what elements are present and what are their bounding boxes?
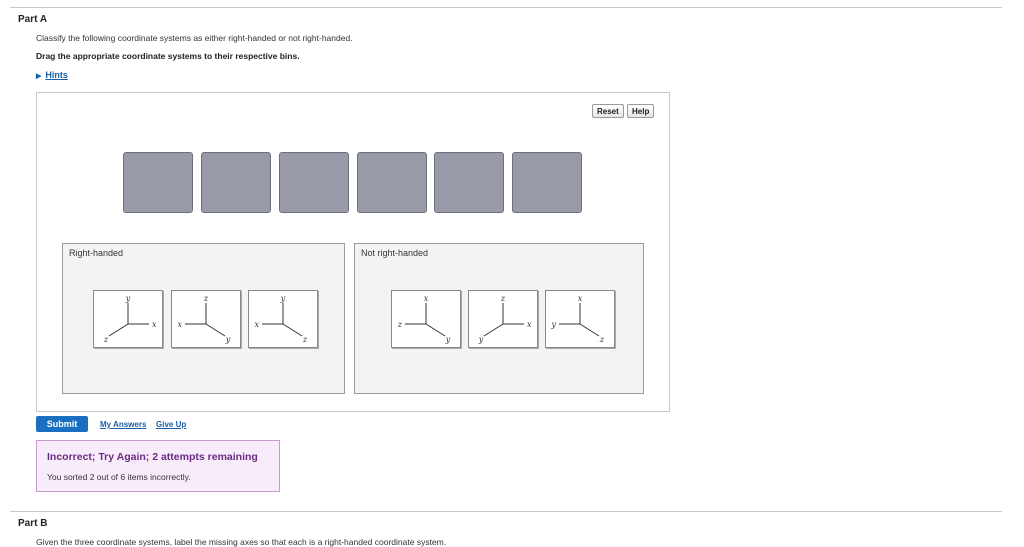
part-a-instruction: Classify the following coordinate system… <box>36 33 353 43</box>
axis-label: y <box>445 335 451 344</box>
part-b-title: Part B <box>18 518 48 529</box>
axes-diagram: x y z <box>550 294 605 344</box>
axis-label: y <box>550 320 556 329</box>
hints-link[interactable]: Hints <box>45 70 68 80</box>
axis-label: z <box>302 335 308 344</box>
bin-not-right-handed[interactable]: Not right-handed x z y z x y x y z <box>354 243 644 394</box>
submit-button[interactable]: Submit <box>36 416 88 432</box>
empty-card-slot <box>512 152 582 213</box>
feedback-title: Incorrect; Try Again; 2 attempts remaini… <box>47 451 258 463</box>
top-divider <box>10 7 1002 8</box>
coordinate-system-card[interactable]: z x y <box>468 290 538 348</box>
axis-label: y <box>125 294 131 303</box>
part-b-divider <box>10 511 1002 512</box>
empty-card-slot <box>201 152 271 213</box>
axis-label: z <box>500 294 506 303</box>
axis-label: z <box>203 294 209 303</box>
part-a-title: Part A <box>18 14 48 25</box>
caret-right-icon: ▶ <box>36 73 42 80</box>
axis-label: x <box>424 294 429 303</box>
coordinate-system-card[interactable]: y x z <box>93 290 163 348</box>
coordinate-system-card[interactable]: x z y <box>391 290 461 348</box>
axis-label: z <box>397 320 403 329</box>
axis-label: x <box>254 320 259 329</box>
axis-label: x <box>177 320 182 329</box>
coordinate-system-card[interactable]: y x z <box>248 290 318 348</box>
feedback-message: You sorted 2 out of 6 items incorrectly. <box>47 472 191 482</box>
axes-diagram: y x z <box>254 294 308 344</box>
coordinate-system-card[interactable]: x y z <box>545 290 615 348</box>
reset-button[interactable]: Reset <box>592 104 624 118</box>
empty-card-slot <box>357 152 427 213</box>
axis-label: x <box>152 320 157 329</box>
axis-label: y <box>478 335 484 344</box>
axis-label: y <box>280 294 286 303</box>
axis-label: z <box>103 335 109 344</box>
axis-label: x <box>578 294 583 303</box>
feedback-box: Incorrect; Try Again; 2 attempts remaini… <box>36 440 280 492</box>
bin-label: Not right-handed <box>361 248 429 258</box>
help-button[interactable]: Help <box>627 104 655 118</box>
empty-card-slot <box>434 152 504 213</box>
axes-diagram: y x z <box>103 294 157 344</box>
drag-drop-workarea: Reset Help Right-handed y x z z x y y x z Not … <box>36 92 670 412</box>
axis-label: x <box>527 320 532 329</box>
empty-card-slot <box>123 152 193 213</box>
axis-label: z <box>599 335 605 344</box>
empty-card-slot <box>279 152 349 213</box>
hints-toggle[interactable]: ▶ Hints <box>36 70 68 80</box>
axes-diagram: z x y <box>177 294 231 344</box>
axes-diagram: x z y <box>397 294 451 344</box>
bin-right-handed[interactable]: Right-handed y x z z x y y x z <box>62 243 345 394</box>
axes-diagram: z x y <box>478 294 532 344</box>
bin-label: Right-handed <box>69 248 124 258</box>
axis-label: y <box>225 335 231 344</box>
give-up-link[interactable]: Give Up <box>156 420 186 429</box>
my-answers-link[interactable]: My Answers <box>100 420 146 429</box>
part-b-instruction: Given the three coordinate systems, labe… <box>36 537 447 547</box>
coordinate-system-card[interactable]: z x y <box>171 290 241 348</box>
drag-instruction: Drag the appropriate coordinate systems … <box>36 51 300 61</box>
